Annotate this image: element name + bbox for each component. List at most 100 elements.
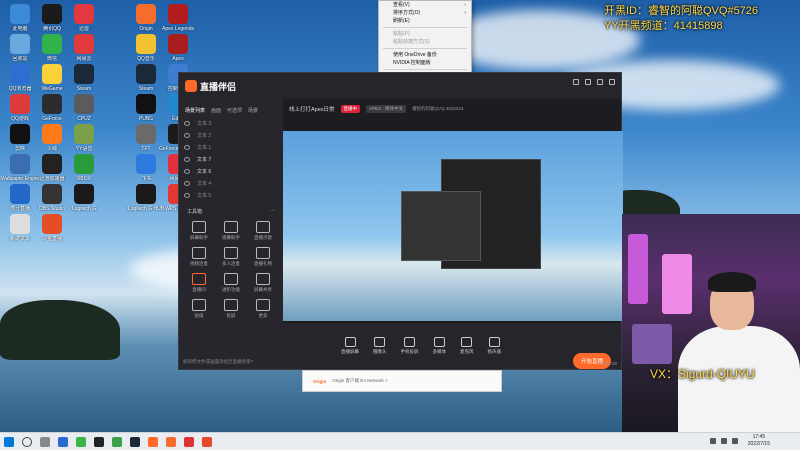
source-label: 直播屏幕 xyxy=(341,349,359,354)
app-icon xyxy=(10,64,30,84)
context-menu-item[interactable]: 使用 OneDrive 备份 xyxy=(379,51,471,59)
scene-tab[interactable]: 场景 xyxy=(248,107,258,114)
side-hint[interactable]: 如何把文件或画面添加至直播场景? xyxy=(183,359,253,365)
stream-preview[interactable] xyxy=(283,131,623,321)
taskbar-app-icon[interactable] xyxy=(198,433,216,450)
toolbox-tool[interactable]: 投屏 xyxy=(215,299,247,319)
source-button[interactable]: 扬声器 xyxy=(488,337,501,355)
submenu-arrow-icon: › xyxy=(464,10,466,16)
scene-item[interactable]: 文本 2 xyxy=(179,130,283,142)
taskbar-app-icon[interactable] xyxy=(126,433,144,450)
desktop-icon[interactable]: Steam xyxy=(66,64,102,92)
context-menu-item-label: 使用 OneDrive 备份 xyxy=(393,52,437,58)
desktop-icon[interactable]: XBOX xyxy=(66,154,102,182)
toolbox-header: 工具箱 ⋯ xyxy=(179,202,283,221)
window-controls xyxy=(573,79,615,85)
source-button[interactable]: 手机投屏 xyxy=(401,337,419,355)
taskbar-app-icon[interactable] xyxy=(108,433,126,450)
visibility-eye-icon[interactable] xyxy=(184,169,190,174)
taskbar-app-icon[interactable] xyxy=(72,433,90,450)
room-title[interactable]: 线上打打Apex日常 xyxy=(289,105,335,113)
taskbar-app-icon[interactable] xyxy=(144,433,162,450)
context-menu-item[interactable]: 排序方式(O) › xyxy=(379,9,471,17)
taskbar-app-icon[interactable] xyxy=(90,433,108,450)
context-menu-item[interactable]: 刷新(E) xyxy=(379,17,471,25)
source-button[interactable]: 摄像头 xyxy=(373,337,387,355)
scene-item-label: 文本 6 xyxy=(197,169,212,175)
toolbox-tool[interactable]: 贴纸 xyxy=(183,299,215,319)
network-icon[interactable] xyxy=(721,438,727,444)
desktop-icon[interactable]: 迅雷 xyxy=(66,4,102,32)
desktop-icon[interactable]: CPUZ xyxy=(66,94,102,122)
toolbox-tool[interactable]: 更多 xyxy=(247,299,279,319)
tray-icon[interactable] xyxy=(710,438,716,444)
taskbar-app-icon[interactable] xyxy=(54,433,72,450)
desktop-icon[interactable]: Apex xyxy=(160,34,196,62)
context-menu-item[interactable]: 粘贴快捷方式(S) xyxy=(379,38,471,46)
toolbox-tool[interactable]: 视频连麦 xyxy=(183,247,215,267)
toolbox-tool[interactable]: 直播间 xyxy=(183,273,215,293)
visibility-eye-icon[interactable] xyxy=(184,181,190,186)
scene-item[interactable]: 文本 4 xyxy=(179,178,283,190)
taskbar-app-icon[interactable] xyxy=(162,433,180,450)
desktop-icon[interactable]: YY语音 xyxy=(66,124,102,152)
room-category-tag[interactable]: APEX · 简体中文 xyxy=(366,105,407,113)
volume-icon[interactable] xyxy=(732,438,738,444)
close-icon[interactable] xyxy=(609,79,615,85)
system-tray[interactable] xyxy=(710,438,738,444)
source-icon xyxy=(344,337,356,347)
toolbox-tool[interactable]: 屏幕共享 xyxy=(247,273,279,293)
scene-tab[interactable]: 场景列表 xyxy=(185,107,205,114)
scene-item[interactable]: 文本 1 xyxy=(179,142,283,154)
tool-label: 屏幕助手 xyxy=(190,235,208,240)
source-button[interactable]: 麦克风 xyxy=(460,337,474,355)
context-menu-item[interactable]: 查看(V) › xyxy=(379,1,471,9)
toolbox-tool[interactable]: 直播礼物 xyxy=(247,247,279,267)
maximize-icon[interactable] xyxy=(597,79,603,85)
desktop-icon[interactable]: Logitech G xyxy=(66,184,102,212)
context-menu-item[interactable]: NVIDIA 控制面板 xyxy=(379,59,471,67)
source-button[interactable]: 多媒体 xyxy=(433,337,446,355)
context-menu-item[interactable]: 粘贴(P) xyxy=(379,30,471,38)
visibility-eye-icon[interactable] xyxy=(184,133,190,138)
nested-preview-window xyxy=(401,191,481,261)
toolbox-tool[interactable]: 进阶功能 xyxy=(215,273,247,293)
visibility-eye-icon[interactable] xyxy=(184,193,190,198)
scene-item[interactable]: 文本 6 xyxy=(179,166,283,178)
settings-icon[interactable] xyxy=(573,79,579,85)
toolbox-tool[interactable]: 直播点歌 xyxy=(247,221,279,241)
minimize-icon[interactable] xyxy=(585,79,591,85)
taskbar-clock[interactable]: 17:45 2022/7/15 xyxy=(748,434,770,448)
taskbar-app-icon[interactable] xyxy=(180,433,198,450)
source-icon xyxy=(433,337,445,347)
wechat-overlay: VX：Sigurd-QIUYU xyxy=(650,367,755,381)
search-icon[interactable] xyxy=(18,433,36,450)
scene-item[interactable]: 文本 3 xyxy=(179,118,283,130)
scene-item[interactable]: 文本 7 xyxy=(179,154,283,166)
desktop-icon[interactable]: Apex Legends xyxy=(160,4,196,32)
toolbox-more-icon[interactable]: ⋯ xyxy=(270,208,275,215)
taskview-icon[interactable] xyxy=(36,433,54,450)
scene-tab[interactable]: 可选项 xyxy=(227,107,242,114)
app-icon xyxy=(74,184,94,204)
visibility-eye-icon[interactable] xyxy=(184,121,190,126)
toolbox-tool[interactable]: 观赛助手 xyxy=(215,221,247,241)
source-button[interactable]: 直播屏幕 xyxy=(341,337,359,355)
origin-window[interactable]: Origin Origin 客户端 EA Network > xyxy=(302,370,502,392)
desktop-icon[interactable]: 网易云 xyxy=(66,34,102,62)
desktop-icon-label: 迅雷 xyxy=(78,26,89,32)
app-icon xyxy=(74,64,94,84)
start-button[interactable] xyxy=(0,433,18,450)
visibility-eye-icon[interactable] xyxy=(184,145,190,150)
scene-item[interactable]: 文本 5 xyxy=(179,190,283,202)
visibility-eye-icon[interactable] xyxy=(184,157,190,162)
scene-item-label: 文本 3 xyxy=(197,121,212,127)
desktop-icon[interactable]: 斗鱼直播 xyxy=(34,214,70,242)
tool-label: 直播间 xyxy=(192,287,206,292)
scene-tab[interactable]: 画面 xyxy=(211,107,221,114)
toolbox-tool[interactable]: 屏幕助手 xyxy=(183,221,215,241)
toolbox-tool[interactable]: 多人连麦 xyxy=(215,247,247,267)
channel-id-overlay: 开黑ID：睿智的阿聪QVQ#5726 xyxy=(604,5,759,17)
tool-label: 视频连麦 xyxy=(190,261,208,266)
menu-separator xyxy=(383,27,467,28)
